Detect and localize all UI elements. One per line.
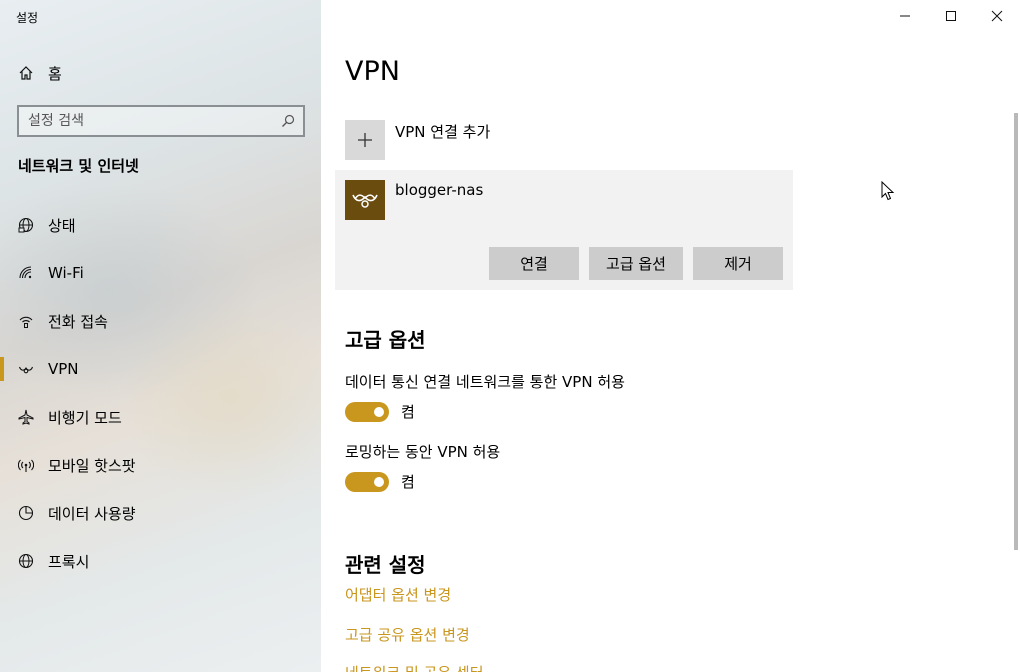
adapter-options-link[interactable]: 어댑터 옵션 변경: [345, 584, 451, 605]
toggle-state: 켬: [401, 473, 415, 491]
sidebar-item-proxy[interactable]: 프록시: [0, 537, 321, 585]
dialup-icon: [19, 316, 33, 328]
sidebar-item-data-usage[interactable]: 데이터 사용량: [0, 489, 321, 537]
section-title: 네트워크 및 인터넷: [18, 157, 139, 175]
add-vpn-label: VPN 연결 추가: [395, 123, 491, 141]
app-title: 설정: [16, 11, 39, 25]
sidebar-item-status[interactable]: 상태: [0, 201, 321, 249]
mouse-cursor-icon: [881, 181, 895, 201]
sidebar-item-dialup[interactable]: 전화 접속: [0, 297, 321, 345]
main-content: VPN VPN 연결 추가 blogger-nas 연결 고급 옵션 제거 고급…: [321, 0, 1020, 672]
wifi-icon: [19, 266, 32, 279]
connect-button[interactable]: 연결: [489, 247, 579, 280]
minimize-icon: [900, 15, 910, 17]
hotspot-icon: [18, 459, 34, 472]
roaming-vpn-toggle[interactable]: [345, 471, 389, 492]
advanced-options-button[interactable]: 고급 옵션: [589, 247, 683, 280]
sidebar-item-wifi[interactable]: Wi-Fi: [0, 249, 321, 297]
close-icon: [991, 10, 1003, 22]
airplane-icon: [18, 409, 34, 425]
close-button[interactable]: [974, 0, 1020, 32]
sidebar-item-label: 프록시: [48, 552, 90, 571]
related-settings-heading: 관련 설정: [345, 553, 426, 577]
sidebar-item-label: 상태: [48, 216, 76, 235]
add-box[interactable]: [345, 120, 385, 160]
vpn-connection-logo: [345, 180, 385, 220]
window-controls: [882, 0, 1020, 32]
home-label: 홈: [48, 64, 62, 83]
sidebar-item-label: 모바일 핫스팟: [48, 456, 136, 475]
roaming-vpn-label: 로밍하는 동안 VPN 허용: [345, 443, 501, 461]
home-link[interactable]: 홈: [18, 62, 62, 84]
sidebar-item-label: Wi-Fi: [48, 264, 84, 282]
plus-icon: [358, 133, 372, 147]
network-sharing-center-link[interactable]: 네트워크 및 공유 센터: [345, 662, 484, 672]
vpn-connection-card[interactable]: blogger-nas 연결 고급 옵션 제거: [335, 170, 793, 290]
settings-search[interactable]: [17, 105, 305, 137]
vpn-connection-actions: 연결 고급 옵션 제거: [489, 247, 783, 280]
toggle-state: 켬: [401, 403, 415, 421]
maximize-icon: [946, 11, 956, 21]
advanced-options-heading: 고급 옵션: [345, 328, 426, 352]
globe-status-icon: [18, 217, 34, 233]
sidebar-item-label: 비행기 모드: [48, 408, 122, 427]
sidebar-item-label: VPN: [48, 360, 79, 378]
sidebar-nav: 상태 Wi-Fi 전화 접속 VPN 비행기 모드 모바일 핫스팟 데이터 사용…: [0, 201, 321, 585]
globe-icon: [18, 553, 34, 569]
vpn-icon: [352, 194, 378, 208]
add-vpn-button[interactable]: VPN 연결 추가: [345, 120, 490, 160]
page-title: VPN: [345, 56, 400, 87]
sidebar: 설정 홈 네트워크 및 인터넷 상태: [0, 0, 321, 672]
remove-button[interactable]: 제거: [693, 247, 783, 280]
sidebar-item-airplane[interactable]: 비행기 모드: [0, 393, 321, 441]
sidebar-item-hotspot[interactable]: 모바일 핫스팟: [0, 441, 321, 489]
sidebar-item-label: 데이터 사용량: [48, 504, 136, 523]
roaming-vpn-toggle-row: 켬: [345, 471, 415, 492]
sidebar-item-label: 전화 접속: [48, 312, 108, 331]
sharing-options-link[interactable]: 고급 공유 옵션 변경: [345, 624, 470, 645]
scrollbar[interactable]: [1014, 113, 1018, 550]
metered-vpn-toggle-row: 켬: [345, 401, 415, 422]
maximize-button[interactable]: [928, 0, 974, 32]
home-icon: [19, 66, 33, 80]
sidebar-item-vpn[interactable]: VPN: [0, 345, 321, 393]
search-input[interactable]: [19, 107, 281, 135]
metered-vpn-label: 데이터 통신 연결 네트워크를 통한 VPN 허용: [345, 373, 625, 391]
vpn-icon: [18, 366, 34, 374]
vpn-connection-name: blogger-nas: [395, 181, 484, 199]
metered-vpn-toggle[interactable]: [345, 401, 389, 422]
minimize-button[interactable]: [882, 0, 928, 32]
data-usage-icon: [18, 505, 34, 521]
search-icon[interactable]: [281, 114, 295, 128]
